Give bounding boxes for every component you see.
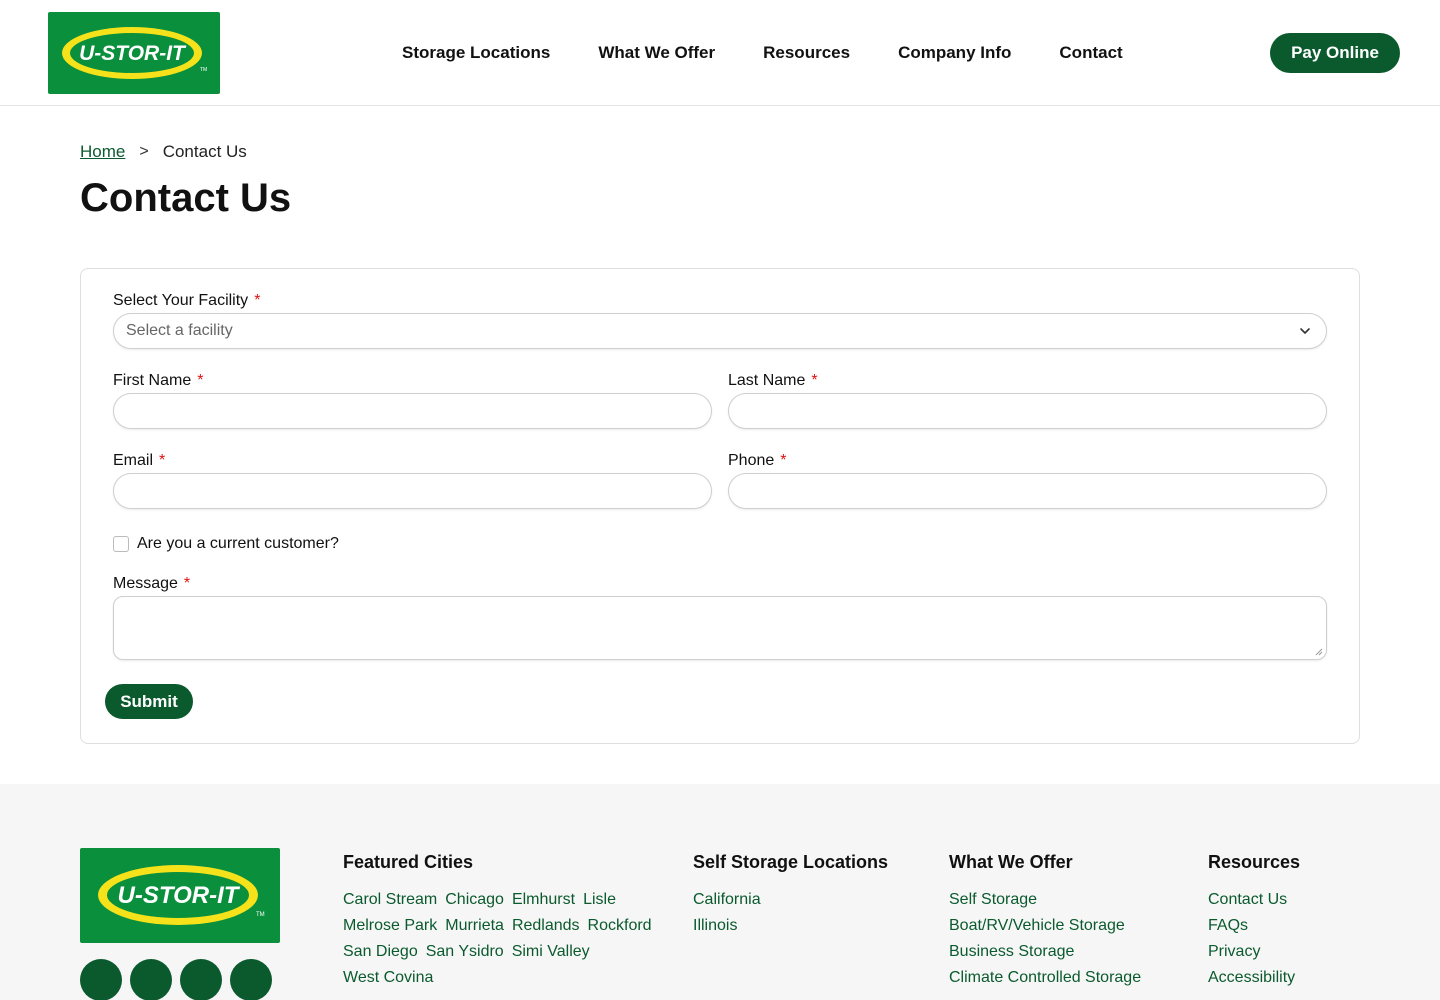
social-icon-1[interactable]	[80, 959, 122, 1000]
footer-resources: Resources Contact Us FAQs Privacy Access…	[1208, 852, 1300, 991]
city-link[interactable]: Redlands	[512, 913, 580, 939]
footer-heading: Self Storage Locations	[693, 852, 889, 872]
current-customer-checkbox[interactable]	[113, 536, 129, 552]
breadcrumb: Home > Contact Us	[80, 142, 247, 162]
submit-button[interactable]: Submit	[105, 684, 193, 719]
breadcrumb-current: Contact Us	[162, 142, 247, 161]
email-input[interactable]	[113, 473, 712, 509]
logo-icon: U-STOR-IT TM	[62, 27, 207, 79]
chevron-down-icon	[1300, 328, 1310, 334]
breadcrumb-home-link[interactable]: Home	[80, 142, 125, 162]
city-link[interactable]: Melrose Park	[343, 913, 437, 939]
city-link[interactable]: Simi Valley	[512, 939, 590, 965]
footer-featured-cities: Featured Cities Carol Stream Chicago Elm…	[343, 852, 673, 991]
location-link[interactable]: Illinois	[693, 913, 888, 939]
city-link[interactable]: Carol Stream	[343, 887, 437, 913]
resource-link[interactable]: Privacy	[1208, 939, 1300, 965]
site-footer: U-STOR-IT TM Featured Cities Carol Strea…	[0, 784, 1440, 1000]
offer-link[interactable]: Self Storage	[949, 887, 1141, 913]
nav-storage-locations[interactable]: Storage Locations	[402, 43, 550, 63]
city-link[interactable]: Elmhurst	[512, 887, 575, 913]
page-title: Contact Us	[80, 176, 292, 220]
nav-resources[interactable]: Resources	[763, 43, 850, 63]
main-nav: Storage Locations What We Offer Resource…	[402, 0, 1123, 106]
logo-wordmark: U-STOR-IT	[118, 882, 241, 909]
logo-icon: U-STOR-IT TM	[98, 865, 265, 925]
resource-link[interactable]: Accessibility	[1208, 965, 1300, 991]
breadcrumb-separator-icon: >	[139, 143, 149, 160]
pay-online-button[interactable]: Pay Online	[1270, 33, 1400, 73]
last-name-input[interactable]	[728, 393, 1327, 429]
footer-heading: Resources	[1208, 852, 1301, 872]
resource-link[interactable]: Contact Us	[1208, 887, 1300, 913]
nav-contact[interactable]: Contact	[1059, 43, 1122, 63]
logo-trademark: TM	[200, 67, 207, 73]
contact-form: Select Your Facility * Select a facility …	[80, 268, 1360, 744]
city-link[interactable]: Rockford	[588, 913, 652, 939]
phone-label: Phone *	[728, 452, 787, 469]
city-link[interactable]: San Diego	[343, 939, 418, 965]
nav-what-we-offer[interactable]: What We Offer	[598, 43, 715, 63]
location-link[interactable]: California	[693, 887, 888, 913]
footer-logo[interactable]: U-STOR-IT TM	[80, 848, 280, 943]
facility-select[interactable]: Select a facility	[113, 313, 1327, 349]
site-header: U-STOR-IT TM Storage Locations What We O…	[0, 0, 1440, 106]
social-icon-4[interactable]	[230, 959, 272, 1000]
first-name-label: First Name *	[113, 372, 204, 389]
first-name-input[interactable]	[113, 393, 712, 429]
facility-label: Select Your Facility *	[113, 292, 261, 309]
nav-company-info[interactable]: Company Info	[898, 43, 1011, 63]
message-textarea[interactable]	[113, 596, 1327, 660]
footer-what-we-offer: What We Offer Self Storage Boat/RV/Vehic…	[949, 852, 1141, 991]
current-customer-label[interactable]: Are you a current customer?	[137, 535, 339, 553]
city-link[interactable]: Murrieta	[445, 913, 504, 939]
resize-grip-icon[interactable]	[1315, 648, 1323, 656]
message-label: Message *	[113, 575, 191, 592]
footer-heading: What We Offer	[949, 852, 1073, 872]
resource-link[interactable]: FAQs	[1208, 913, 1300, 939]
city-link[interactable]: Lisle	[583, 887, 616, 913]
city-link[interactable]: Chicago	[445, 887, 504, 913]
brand-logo[interactable]: U-STOR-IT TM	[48, 12, 220, 94]
footer-locations: Self Storage Locations California Illino…	[693, 852, 888, 939]
city-link[interactable]: West Covina	[343, 965, 433, 991]
footer-heading: Featured Cities	[343, 852, 474, 872]
city-link[interactable]: San Ysidro	[426, 939, 504, 965]
offer-link[interactable]: Boat/RV/Vehicle Storage	[949, 913, 1141, 939]
facility-select-value: Select a facility	[126, 322, 233, 339]
social-icon-2[interactable]	[130, 959, 172, 1000]
email-label: Email *	[113, 452, 166, 469]
social-icon-3[interactable]	[180, 959, 222, 1000]
offer-link[interactable]: Business Storage	[949, 939, 1141, 965]
phone-input[interactable]	[728, 473, 1327, 509]
logo-trademark: TM	[256, 912, 265, 918]
offer-link[interactable]: Climate Controlled Storage	[949, 965, 1141, 991]
logo-wordmark: U-STOR-IT	[79, 42, 187, 65]
last-name-label: Last Name *	[728, 372, 818, 389]
